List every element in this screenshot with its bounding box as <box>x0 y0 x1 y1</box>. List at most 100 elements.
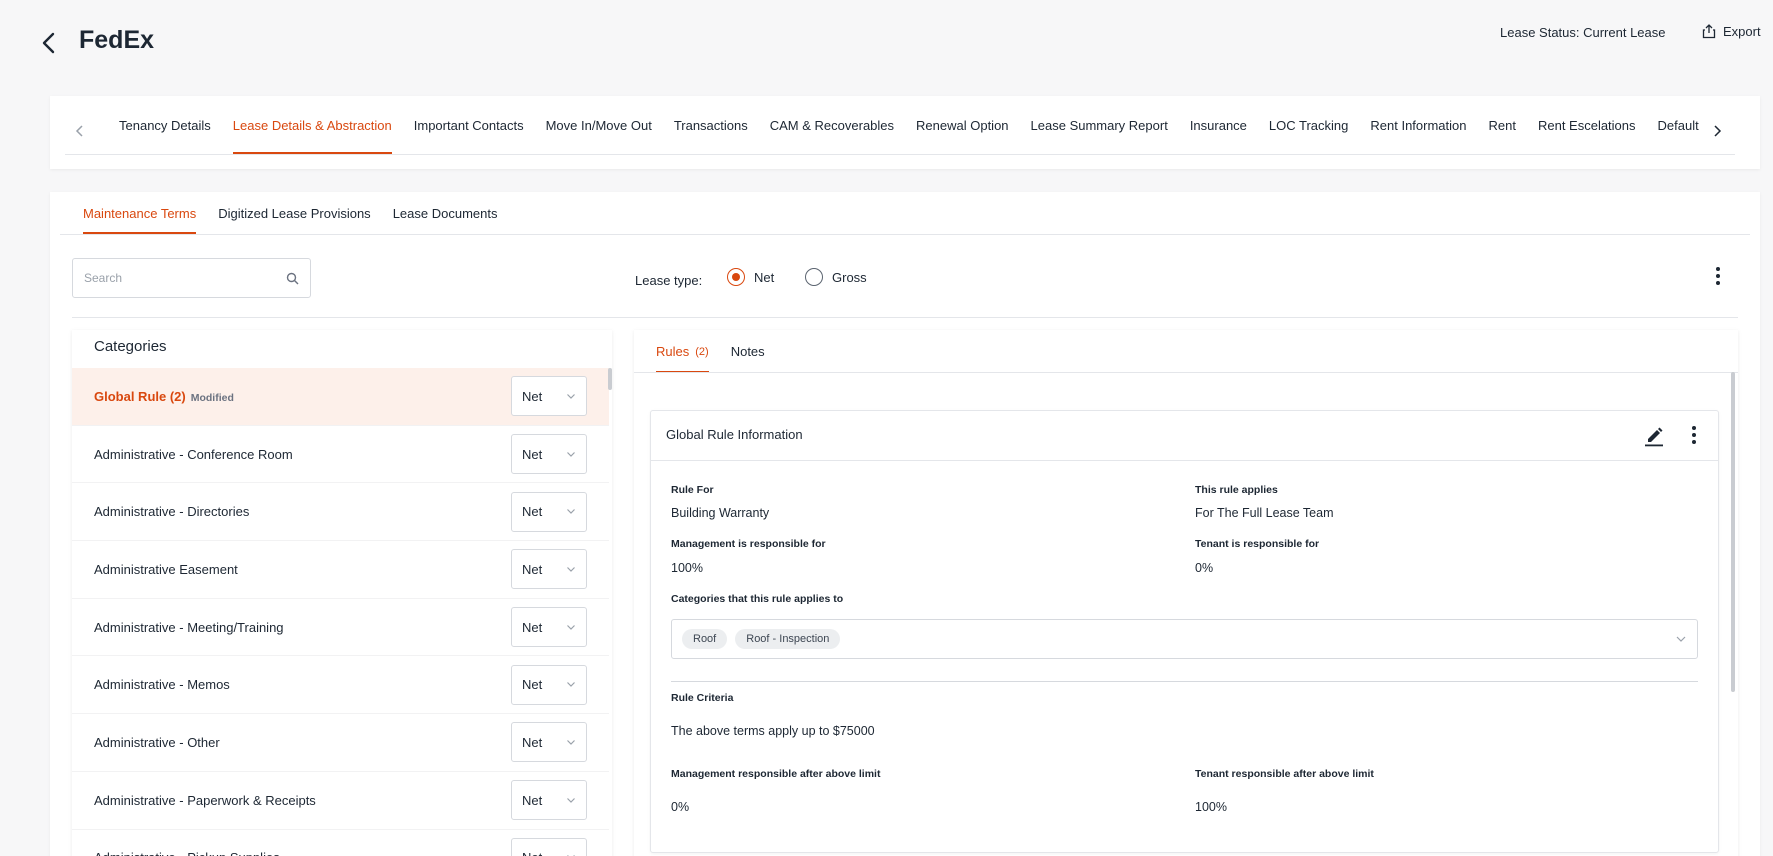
lease-type-select[interactable]: Net <box>511 434 587 475</box>
tab-rent-escelations[interactable]: Rent Escelations <box>1527 96 1647 154</box>
category-label: Administrative - Conference Room <box>94 447 511 462</box>
tab-default[interactable]: Default <box>1647 96 1704 154</box>
tab-rules-label: Rules <box>656 344 690 359</box>
category-name: Global Rule (2) <box>94 388 186 404</box>
category-row[interactable]: Administrative - Memos Net <box>72 656 609 715</box>
divider <box>60 234 1750 235</box>
divider <box>651 460 1718 461</box>
category-row[interactable]: Administrative - Conference Room Net <box>72 426 609 484</box>
tab-lease-summary-report[interactable]: Lease Summary Report <box>1020 96 1179 154</box>
rule-for-label: Rule For <box>671 484 714 496</box>
tab-renewal-option[interactable]: Renewal Option <box>905 96 1020 154</box>
chevron-down-icon <box>567 797 575 803</box>
management-responsible-value: 100% <box>671 561 703 575</box>
rule-more-options-button[interactable] <box>1687 424 1701 446</box>
lease-type-label: Lease type: <box>635 273 703 288</box>
category-row[interactable]: Administrative - Other Net <box>72 714 609 772</box>
management-after-limit-label: Management responsible after above limit <box>671 768 881 780</box>
category-label: Administrative - Directories <box>94 504 511 519</box>
tab-insurance[interactable]: Insurance <box>1179 96 1258 154</box>
lease-type-gross-radio[interactable]: Gross <box>805 268 867 286</box>
category-row[interactable]: Administrative - Paperwork & Receipts Net <box>72 772 609 830</box>
category-name: Administrative - Memos <box>94 677 230 693</box>
chevron-down-icon <box>567 509 575 515</box>
category-name: Administrative - Pickup Supplies <box>94 850 280 856</box>
kebab-icon <box>1716 267 1720 285</box>
lease-status: Lease Status: Current Lease <box>1500 25 1666 40</box>
subtab-maintenance-terms[interactable]: Maintenance Terms <box>72 192 207 234</box>
radio-unselected-icon <box>805 268 823 286</box>
tenant-responsible-value: 0% <box>1195 561 1214 575</box>
tab-rent[interactable]: Rent <box>1478 96 1527 154</box>
tab-cam-recoverables[interactable]: CAM & Recoverables <box>759 96 905 154</box>
divider <box>634 372 1738 373</box>
search-icon <box>286 272 299 284</box>
select-value: Net <box>522 446 543 462</box>
lease-type-select[interactable]: Net <box>511 780 587 821</box>
lease-type-net-radio[interactable]: Net <box>727 268 774 286</box>
tab-move-in-move-out[interactable]: Move In/Move Out <box>535 96 663 154</box>
tab-transactions[interactable]: Transactions <box>663 96 759 154</box>
tab-notes[interactable]: Notes <box>720 330 776 373</box>
radio-label: Net <box>754 269 775 285</box>
export-icon <box>1702 24 1716 39</box>
rules-tabs: Rules (2) Notes <box>645 330 776 373</box>
category-row[interactable]: Administrative - Meeting/Training Net <box>72 599 609 657</box>
subtab-lease-documents[interactable]: Lease Documents <box>382 192 509 234</box>
more-options-button[interactable] <box>1710 265 1726 287</box>
rule-for-value: Building Warranty <box>671 506 770 520</box>
edit-rule-button[interactable] <box>1643 423 1665 447</box>
categories-scrollbar[interactable] <box>608 368 612 390</box>
tab-tenancy-details[interactable]: Tenancy Details <box>108 96 222 154</box>
tenant-after-limit-label: Tenant responsible after above limit <box>1195 768 1374 780</box>
lease-type-select[interactable]: Net <box>511 376 587 417</box>
categories-multiselect[interactable]: Roof Roof - Inspection <box>671 619 1698 659</box>
management-after-limit-value: 0% <box>671 800 690 814</box>
categories-list-viewport: Global Rule (2) Modified Net Administrative… <box>72 368 609 856</box>
tabs-scroll-left[interactable] <box>72 122 88 140</box>
tab-rent-information[interactable]: Rent Information <box>1359 96 1477 154</box>
rule-card-title: Global Rule Information <box>666 427 803 442</box>
lease-type-select[interactable]: Net <box>511 664 587 705</box>
lease-type-select[interactable]: Net <box>511 549 587 590</box>
divider <box>72 317 1738 318</box>
select-value: Net <box>522 388 543 404</box>
search-box <box>72 258 311 298</box>
category-row[interactable]: Administrative Easement Net <box>72 541 609 599</box>
chevron-left-icon <box>75 125 83 137</box>
category-label: Administrative - Meeting/Training <box>94 620 511 635</box>
page-title: FedEx <box>79 26 155 54</box>
category-label: Administrative - Pickup Supplies <box>94 850 511 856</box>
category-name: Administrative - Paperwork & Receipts <box>94 792 316 808</box>
tenant-responsible-label: Tenant is responsible for <box>1195 538 1320 550</box>
edit-pencil-icon <box>1645 427 1663 447</box>
category-name: Administrative - Directories <box>94 504 250 520</box>
back-arrow-icon <box>42 32 55 54</box>
radio-label: Gross <box>832 269 867 285</box>
category-chip: Roof - Inspection <box>735 629 841 649</box>
rule-criteria-value: The above terms apply up to $75000 <box>671 724 875 738</box>
search-input[interactable] <box>84 271 286 285</box>
categories-list: Global Rule (2) Modified Net Administrative… <box>72 368 609 856</box>
tab-rules[interactable]: Rules (2) <box>645 330 720 373</box>
kebab-icon <box>1692 426 1696 444</box>
subtab-digitized-lease-provisions[interactable]: Digitized Lease Provisions <box>207 192 381 234</box>
tab-lease-details-abstraction[interactable]: Lease Details & Abstraction <box>222 96 403 154</box>
sub-tabs: Maintenance Terms Digitized Lease Provisi… <box>72 192 508 234</box>
category-row[interactable]: Global Rule (2) Modified Net <box>72 368 609 426</box>
lease-type-select[interactable]: Net <box>511 837 587 856</box>
divider <box>65 154 1735 155</box>
tab-important-contacts[interactable]: Important Contacts <box>403 96 535 154</box>
tab-loc-tracking[interactable]: LOC Tracking <box>1258 96 1359 154</box>
tabs-scroll-right[interactable] <box>1709 122 1725 140</box>
category-row[interactable]: Administrative - Pickup Supplies Net <box>72 830 609 856</box>
back-button[interactable] <box>36 30 62 56</box>
select-value: Net <box>522 792 543 808</box>
export-button[interactable]: Export <box>1702 24 1761 39</box>
rules-scrollbar[interactable] <box>1731 372 1735 692</box>
lease-type-select[interactable]: Net <box>511 491 587 532</box>
category-row[interactable]: Administrative - Directories Net <box>72 483 609 542</box>
lease-type-select[interactable]: Net <box>511 607 587 648</box>
category-label: Administrative - Other <box>94 735 511 750</box>
lease-type-select[interactable]: Net <box>511 722 587 763</box>
